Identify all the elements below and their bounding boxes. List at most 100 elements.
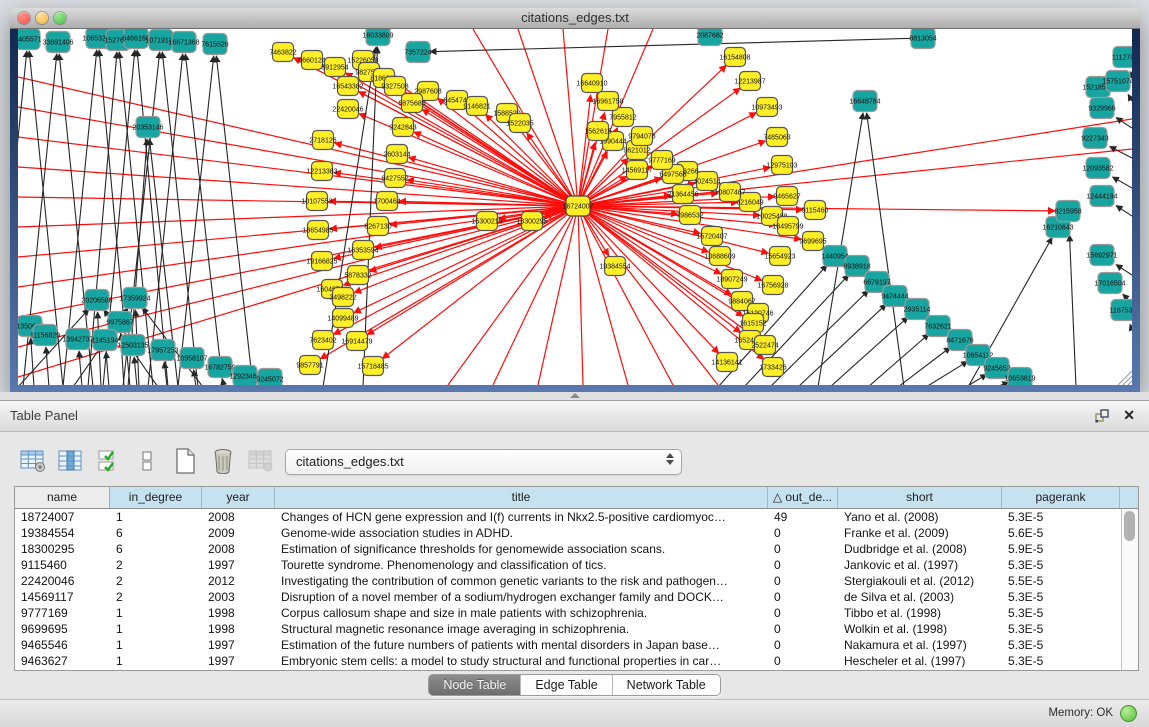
graph-node[interactable]: 5912954 xyxy=(321,58,348,77)
scrollbar-thumb[interactable] xyxy=(1124,511,1135,541)
graph-node[interactable]: 15718485 xyxy=(357,357,388,376)
table-options-icon[interactable] xyxy=(18,447,47,476)
graph-node[interactable]: 12503135 xyxy=(117,335,148,356)
graph-node[interactable]: 1562615 xyxy=(584,122,611,141)
table-row[interactable]: 1938455462009Genome-wide association stu… xyxy=(15,525,1138,541)
graph-node[interactable]: 16640910 xyxy=(576,74,607,93)
graph-node[interactable]: 16648784 xyxy=(849,91,880,112)
graph-node[interactable]: 15654923 xyxy=(764,247,795,266)
graph-node[interactable]: 1733426 xyxy=(759,358,786,377)
graph-node[interactable]: 14099489 xyxy=(327,309,358,328)
graph-node[interactable]: 7615526 xyxy=(201,34,228,55)
graph-node[interactable]: 12213383 xyxy=(306,162,337,181)
graph-node[interactable]: 7986532 xyxy=(676,206,703,225)
canvas-resize-grip-icon[interactable] xyxy=(1118,371,1132,385)
graph-node[interactable]: 12093582 xyxy=(1082,158,1113,179)
graph-node[interactable]: 3498222 xyxy=(329,288,356,307)
graph-node[interactable]: 2603144 xyxy=(383,145,410,164)
column-header-name[interactable]: name xyxy=(15,487,110,508)
graph-node[interactable]: 8813054 xyxy=(909,29,936,49)
graph-node[interactable]: 1700464 xyxy=(373,192,400,211)
graph-node[interactable]: 16756928 xyxy=(757,276,788,295)
graph-node[interactable]: 22420046 xyxy=(332,100,363,119)
graph-node[interactable]: 18654985 xyxy=(302,221,333,240)
graph-node[interactable]: 17359924 xyxy=(119,288,150,309)
splitter-grip-icon[interactable] xyxy=(570,393,580,398)
graph-node[interactable]: 1112704 xyxy=(1112,47,1132,68)
graph-node[interactable]: 9699695 xyxy=(799,232,826,251)
table-row[interactable]: 2242004622012Investigating the contribut… xyxy=(15,573,1138,589)
table-selector-dropdown[interactable]: citations_edges.txt xyxy=(285,449,682,475)
graph-node[interactable]: 10973493 xyxy=(751,98,782,117)
float-panel-icon[interactable] xyxy=(1095,409,1109,423)
show-columns-icon[interactable] xyxy=(56,447,85,476)
graph-node[interactable]: 8267130 xyxy=(364,217,391,236)
graph-node[interactable]: 16353594 xyxy=(347,241,378,260)
graph-node[interactable]: 10958107 xyxy=(176,348,207,369)
graph-node[interactable]: 1145194 xyxy=(92,330,119,351)
graph-node[interactable]: 5875685 xyxy=(398,94,425,113)
graph-node[interactable]: 9857791 xyxy=(296,356,323,375)
graph-node[interactable]: 18724007 xyxy=(562,196,593,216)
graph-node[interactable]: 10653819 xyxy=(1004,368,1035,386)
graph-node[interactable]: 9465627 xyxy=(773,187,800,206)
graph-node[interactable]: 1615152 xyxy=(739,314,766,333)
graph-node[interactable]: 16671368 xyxy=(168,32,199,53)
graph-node[interactable]: 8427552 xyxy=(381,169,408,188)
graph-node[interactable]: 9327508 xyxy=(381,77,408,96)
table-row[interactable]: 1872400712008Changes of HCN gene express… xyxy=(15,509,1138,525)
graph-node[interactable]: 12444194 xyxy=(1086,186,1117,207)
import-table-icon[interactable] xyxy=(246,447,275,476)
graph-node[interactable]: 14569117 xyxy=(622,161,653,180)
graph-node[interactable]: 11156829 xyxy=(30,325,60,346)
graph-node[interactable]: 15720407 xyxy=(696,227,727,246)
graph-node[interactable]: 9115460 xyxy=(802,201,829,220)
checkbox-column-icon[interactable] xyxy=(132,447,161,476)
graph-node[interactable]: 20206586 xyxy=(81,290,112,311)
graph-node[interactable]: 2087682 xyxy=(696,29,723,46)
vertical-scrollbar[interactable] xyxy=(1121,509,1138,670)
graph-node[interactable]: 7485063 xyxy=(763,128,790,147)
table-row[interactable]: 1830029562008Estimation of significance … xyxy=(15,541,1138,557)
graph-node[interactable]: 9146821 xyxy=(463,97,490,116)
graph-node[interactable]: 10107553 xyxy=(301,192,332,211)
graph-node[interactable]: 7357224 xyxy=(404,42,431,63)
graph-node[interactable]: 8215958 xyxy=(1054,201,1081,222)
graph-node[interactable]: 2522474 xyxy=(751,336,778,355)
table-row[interactable]: 977716911998Corpus callosum shape and si… xyxy=(15,605,1138,621)
graph-node[interactable]: 2935114 xyxy=(904,299,931,320)
graph-node[interactable]: 1167531 xyxy=(1110,300,1132,321)
graph-node[interactable]: 15751074 xyxy=(1102,71,1132,92)
close-panel-icon[interactable]: ✕ xyxy=(1123,407,1135,424)
graph-node[interactable]: 17016504 xyxy=(1094,273,1125,294)
table-row[interactable]: 946554611997Estimation of the future num… xyxy=(15,637,1138,653)
graph-node[interactable]: 20353146 xyxy=(132,117,163,138)
graph-node[interactable]: 1522035 xyxy=(506,114,533,133)
graph-node[interactable]: 9242843 xyxy=(389,118,416,137)
tab-network-table[interactable]: Network Table xyxy=(613,675,720,695)
graph-node[interactable]: 15692971 xyxy=(1086,245,1117,266)
table-row[interactable]: 1456911722003Disruption of a novel membe… xyxy=(15,589,1138,605)
graph-node[interactable]: 5878332 xyxy=(344,266,371,285)
graph-node[interactable]: 16033809 xyxy=(362,29,393,46)
delete-table-icon[interactable] xyxy=(208,447,237,476)
window-title-bar[interactable]: citations_edges.txt xyxy=(10,8,1140,29)
column-header-out_de[interactable]: △ out_de... xyxy=(768,487,838,508)
graph-node[interactable]: 1405571 xyxy=(18,29,42,50)
network-canvas[interactable]: 1405571336914061065328715276026466160107… xyxy=(18,29,1132,385)
graph-node[interactable]: 9329966 xyxy=(1088,98,1115,119)
tab-edge-table[interactable]: Edge Table xyxy=(521,675,612,695)
graph-node[interactable]: 9777169 xyxy=(648,151,675,170)
new-table-icon[interactable] xyxy=(170,447,199,476)
column-header-pagerank[interactable]: pagerank xyxy=(1002,487,1120,508)
select-all-icon[interactable] xyxy=(94,447,123,476)
table-row[interactable]: 969969511998Structural magnetic resonanc… xyxy=(15,621,1138,637)
graph-node[interactable]: 7463822 xyxy=(269,43,296,62)
graph-node[interactable]: 9794078 xyxy=(628,127,655,146)
graph-node[interactable]: 10688609 xyxy=(704,247,735,266)
table-row[interactable]: 946362711997Embryonic stem cells: a mode… xyxy=(15,653,1138,669)
graph-node[interactable]: 12213987 xyxy=(734,72,765,91)
graph-node[interactable]: 16154808 xyxy=(719,48,750,67)
graph-node[interactable]: 9245072 xyxy=(256,369,283,386)
graph-node[interactable]: 14136141 xyxy=(711,353,742,372)
